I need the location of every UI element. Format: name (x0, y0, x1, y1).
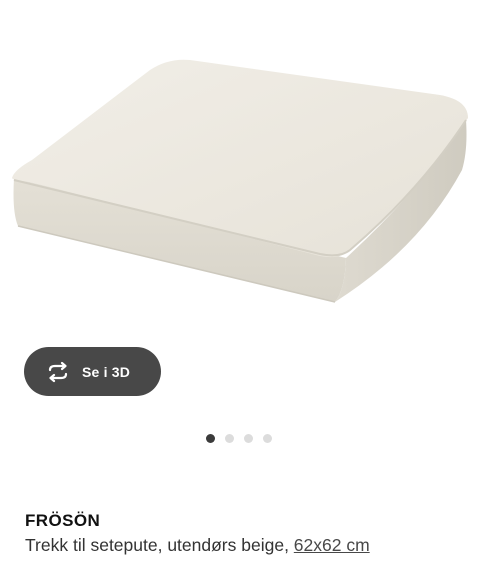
product-size-link[interactable]: 62x62 cm (294, 535, 370, 555)
product-description: Trekk til setepute, utendørs beige, 62x6… (25, 535, 370, 556)
carousel-dot-3[interactable] (244, 434, 253, 443)
rotate-3d-icon (45, 361, 71, 383)
carousel-dot-2[interactable] (225, 434, 234, 443)
carousel-dot-4[interactable] (263, 434, 272, 443)
product-description-text: Trekk til setepute, utendørs beige, (25, 535, 294, 555)
carousel-dot-1[interactable] (206, 434, 215, 443)
view-in-3d-button[interactable]: Se i 3D (24, 347, 161, 396)
view-in-3d-label: Se i 3D (82, 363, 131, 380)
carousel-indicator (206, 434, 272, 443)
product-name: FRÖSÖN (25, 511, 101, 530)
